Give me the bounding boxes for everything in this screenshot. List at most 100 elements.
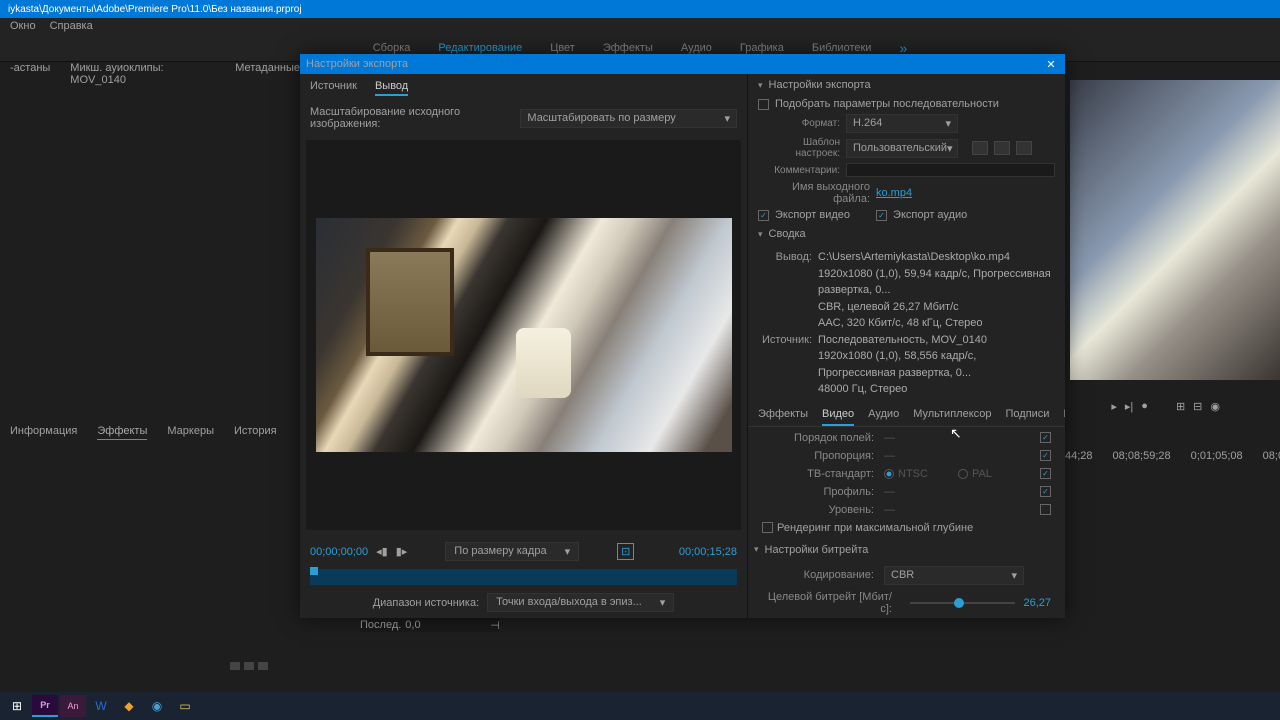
vtab-captions[interactable]: Подписи (1006, 408, 1050, 426)
level-value[interactable]: — (884, 504, 1040, 516)
ws-graphics[interactable]: Графика (740, 42, 784, 54)
scrubber[interactable] (310, 569, 737, 585)
video-tabs: Эффекты Видео Аудио Мультиплексор Подпис… (748, 402, 1065, 427)
taskbar[interactable]: ⊞ Pr An W ◆ ◉ ▭ (0, 692, 1280, 720)
prev-frame-icon[interactable]: ◂▮ (376, 545, 388, 558)
timecode-end: 00;00;15;28 (679, 546, 737, 558)
project-view-icons[interactable] (230, 662, 268, 670)
play-icon[interactable]: ▸ (1111, 400, 1117, 413)
chevron-down-icon: ▾ (947, 142, 953, 155)
pal-radio[interactable] (958, 469, 968, 479)
delete-preset-icon[interactable] (1016, 141, 1032, 155)
bg-source-tabs: -астаны Микш. ауиоклипы: MOV_0140 Метада… (0, 62, 300, 86)
explorer-icon[interactable]: ▭ (172, 695, 198, 717)
timeline-ruler[interactable]: 44;28 08;08;59;28 0;01;05;08 08;01;14;2 (1065, 450, 1280, 464)
range-select[interactable]: Точки входа/выхода в эпиз... ▾ (487, 593, 674, 612)
tl-mark: 08;08;59;28 (1113, 450, 1171, 464)
tab-source[interactable]: Источник (310, 80, 357, 96)
summary-out-res: 1920x1080 (1,0), 59,94 кадр/с, Прогресси… (762, 266, 1051, 299)
slider-thumb[interactable] (954, 598, 964, 608)
bg2-history[interactable]: История (234, 425, 277, 440)
rec-icon[interactable]: ● (1141, 400, 1148, 413)
max-depth-checkbox[interactable] (762, 522, 773, 533)
close-icon[interactable]: ✕ (1043, 56, 1059, 72)
window-titlebar: iykasta\Документы\Adobe\Premiere Pro\11.… (0, 0, 1280, 18)
output-name-link[interactable]: ko.mp4 (876, 187, 912, 199)
ws-assembly[interactable]: Сборка (373, 42, 411, 54)
level-lock[interactable] (1040, 504, 1051, 515)
ws-editing[interactable]: Редактирование (438, 42, 522, 54)
target-bitrate-label: Целевой битрейт [Мбит/с]: (762, 591, 892, 615)
bitrate-slider[interactable] (910, 602, 1015, 604)
format-select[interactable]: H.264▾ (846, 114, 958, 133)
aspect-value[interactable]: — (884, 450, 1040, 462)
export-video-checkbox[interactable] (758, 210, 769, 221)
aspect-icon[interactable]: ⊡ (617, 543, 634, 560)
word-icon[interactable]: W (88, 695, 114, 717)
bg-tab-media[interactable]: Микш. ауиоклипы: MOV_0140 (70, 62, 215, 86)
premiere-icon[interactable]: Pr (32, 695, 58, 717)
bg2-info[interactable]: Информация (10, 425, 77, 440)
summary-block: Вывод:C:\Users\Artemiykasta\Desktop\ko.m… (748, 245, 1065, 402)
blender-icon[interactable]: ◆ (116, 695, 142, 717)
encoding-label: Кодирование: (762, 569, 874, 581)
timecode-start[interactable]: 00;00;00;00 (310, 546, 368, 558)
vtab-effects[interactable]: Эффекты (758, 408, 808, 426)
aspect-lock[interactable] (1040, 450, 1051, 461)
vtab-audio[interactable]: Аудио (868, 408, 899, 426)
section-title: Настройки экспорта (769, 79, 871, 91)
comments-input[interactable] (846, 163, 1055, 177)
vtab-video[interactable]: Видео (822, 408, 854, 426)
target-bitrate-value[interactable]: 26,27 (1023, 597, 1051, 609)
encoding-select[interactable]: CBR▾ (884, 566, 1024, 585)
program-transport[interactable]: ▸ ▸| ● ⊞ ⊟ ◉ (1111, 400, 1220, 413)
chevron-down-icon: ▾ (660, 596, 666, 609)
profile-lock[interactable] (1040, 486, 1051, 497)
dialog-titlebar[interactable]: Настройки экспорта ✕ (300, 54, 1065, 74)
tvstd-lock[interactable] (1040, 468, 1051, 479)
import-preset-icon[interactable] (994, 141, 1010, 155)
tab-output[interactable]: Вывод (375, 80, 408, 96)
vtab-publish[interactable]: Публикац (1063, 408, 1065, 426)
menubar[interactable]: Окно Справка (0, 18, 1280, 34)
tvstd-label: ТВ-стандарт: (762, 468, 874, 480)
bg2-effects[interactable]: Эффекты (97, 425, 147, 440)
match-sequence-label: Подобрать параметры последовательности (775, 98, 999, 110)
step-icon[interactable]: ▸| (1125, 400, 1133, 413)
menu-help[interactable]: Справка (50, 20, 93, 32)
bg-tab-meta[interactable]: Метаданные (235, 62, 300, 86)
video-settings: Порядок полей:— Пропорция:— ТВ-стандарт:… (748, 427, 1065, 619)
match-sequence-checkbox[interactable] (758, 99, 769, 110)
bg-tab-seq[interactable]: -астаны (10, 62, 50, 86)
profile-value[interactable]: — (884, 486, 1040, 498)
ws-effects[interactable]: Эффекты (603, 42, 653, 54)
transport-bar: 00;00;00;00 ◂▮ ▮▸ По размеру кадра ▾ ⊡ 0… (300, 536, 747, 567)
playhead[interactable] (310, 567, 318, 575)
camera-icon[interactable]: ◉ (1210, 400, 1220, 413)
ws-audio[interactable]: Аудио (681, 42, 712, 54)
source-output-tabs: Источник Вывод (300, 74, 747, 102)
animate-icon[interactable]: An (60, 695, 86, 717)
next-frame-icon[interactable]: ▮▸ (396, 545, 408, 558)
ntsc-radio[interactable] (884, 469, 894, 479)
start-icon[interactable]: ⊞ (4, 695, 30, 717)
tl-btn2[interactable]: ⊟ (1193, 400, 1202, 413)
summary-header[interactable]: ▾ Сводка (748, 223, 1065, 245)
field-order-value[interactable]: — (884, 432, 1040, 444)
field-order-lock[interactable] (1040, 432, 1051, 443)
menu-window[interactable]: Окно (10, 20, 36, 32)
save-preset-icon[interactable] (972, 141, 988, 155)
tl-end-icon: ⊣ (490, 619, 500, 632)
tl-btn1[interactable]: ⊞ (1176, 400, 1185, 413)
ws-libraries[interactable]: Библиотеки (812, 42, 872, 54)
browser-icon[interactable]: ◉ (144, 695, 170, 717)
scale-select[interactable]: Масштабировать по размеру ▾ (520, 109, 737, 128)
vtab-mux[interactable]: Мультиплексор (913, 408, 991, 426)
encoding-value: CBR (891, 569, 914, 582)
bg2-markers[interactable]: Маркеры (167, 425, 214, 440)
fit-select[interactable]: По размеру кадра ▾ (445, 542, 579, 561)
preset-select[interactable]: Пользовательский▾ (846, 139, 958, 158)
export-audio-checkbox[interactable] (876, 210, 887, 221)
export-settings-header[interactable]: ▾ Настройки экспорта (748, 74, 1065, 96)
ws-color[interactable]: Цвет (550, 42, 575, 54)
